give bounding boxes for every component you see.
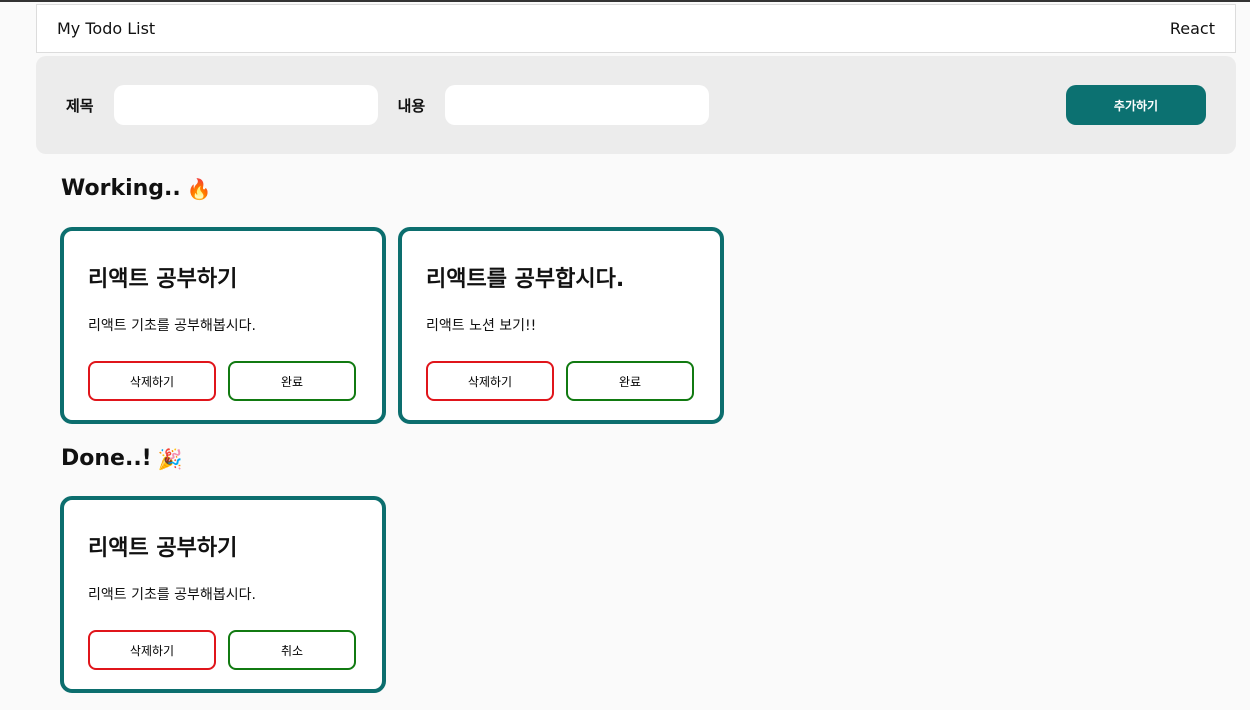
delete-button[interactable]: 삭제하기: [88, 630, 216, 670]
app-title: My Todo List: [57, 19, 156, 38]
framework-label: React: [1169, 19, 1215, 38]
complete-button[interactable]: 완료: [566, 361, 694, 401]
done-card: 리액트 공부하기 리액트 기초를 공부해봅시다. 삭제하기 취소: [60, 496, 386, 693]
todo-card-actions: 삭제하기 완료: [88, 361, 358, 401]
working-section-title: Working.. 🔥: [61, 176, 212, 201]
cancel-button[interactable]: 취소: [228, 630, 356, 670]
todo-card: 리액트를 공부합시다. 리액트 노션 보기!! 삭제하기 완료: [398, 227, 724, 424]
done-title-text: Done..!: [61, 446, 152, 471]
window-top-border: [0, 0, 1250, 2]
todo-card: 리액트 공부하기 리액트 기초를 공부해봅시다. 삭제하기 완료: [60, 227, 386, 424]
done-section-title: Done..! 🎉: [61, 446, 183, 471]
todo-card-body: 리액트 노션 보기!!: [426, 318, 537, 334]
complete-button[interactable]: 완료: [228, 361, 356, 401]
todo-card-body: 리액트 기초를 공부해봅시다.: [88, 318, 256, 334]
delete-button[interactable]: 삭제하기: [88, 361, 216, 401]
todo-page: My Todo List React 제목 내용 추가하기 Working.. …: [0, 0, 1250, 710]
todo-card-title: 리액트를 공부합시다.: [426, 267, 625, 292]
app-header: My Todo List React: [36, 4, 1236, 53]
done-card-title: 리액트 공부하기: [88, 536, 238, 561]
title-input[interactable]: [113, 85, 378, 125]
done-card-actions: 삭제하기 취소: [88, 630, 358, 670]
todo-card-actions: 삭제하기 완료: [426, 361, 696, 401]
done-card-body: 리액트 기초를 공부해봅시다.: [88, 587, 256, 603]
party-popper-icon: 🎉: [157, 446, 183, 471]
title-label: 제목: [66, 96, 94, 115]
working-title-text: Working..: [61, 176, 181, 201]
todo-card-title: 리액트 공부하기: [88, 267, 238, 292]
fire-icon: 🔥: [186, 176, 212, 201]
add-todo-form: 제목 내용 추가하기: [36, 56, 1236, 154]
content-input[interactable]: [445, 85, 710, 125]
content-label: 내용: [397, 96, 426, 115]
delete-button[interactable]: 삭제하기: [426, 361, 554, 401]
add-button[interactable]: 추가하기: [1066, 85, 1206, 125]
